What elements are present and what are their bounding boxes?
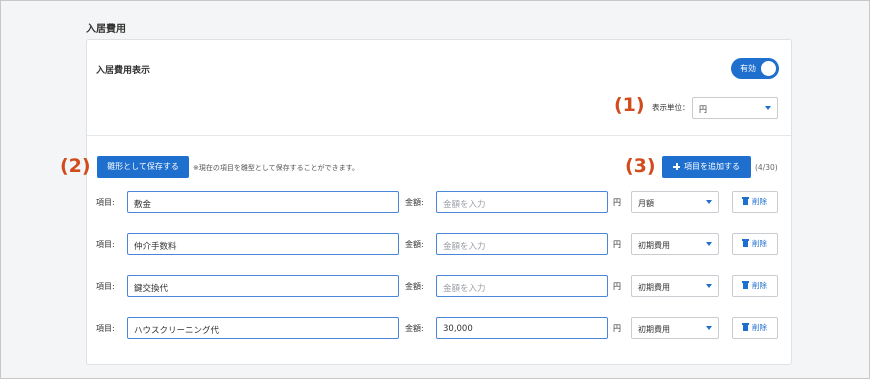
section-title: 入居費用: [86, 24, 126, 35]
item-label: 項目:: [96, 282, 115, 291]
amount-input[interactable]: 金額を入力: [436, 233, 608, 255]
unit-select-value: 円: [699, 105, 707, 114]
yen-label: 円: [613, 324, 621, 333]
cost-type-select[interactable]: 初期費用: [631, 317, 719, 339]
cost-type-select[interactable]: 月額: [631, 191, 719, 213]
item-name-input[interactable]: 敷金: [127, 191, 399, 213]
trash-icon: [742, 281, 749, 289]
cost-type-value: 初期費用: [638, 325, 670, 334]
delete-label: 削除: [752, 323, 767, 332]
plus-icon: [673, 163, 680, 170]
display-toggle[interactable]: 有効: [731, 58, 779, 79]
yen-label: 円: [613, 282, 621, 291]
add-item-button[interactable]: 項目を追加する: [662, 156, 751, 178]
cost-type-value: 月額: [638, 199, 654, 208]
unit-select[interactable]: 円: [692, 97, 778, 119]
amount-input[interactable]: 金額を入力: [436, 275, 608, 297]
save-template-note: ※現在の項目を雛型として保存することができます。: [193, 164, 359, 172]
amount-label: 金額:: [405, 282, 424, 291]
annotation-3: (3): [625, 155, 656, 177]
chevron-down-icon: [706, 326, 712, 330]
amount-label: 金額:: [405, 324, 424, 333]
trash-icon: [742, 239, 749, 247]
annotation-1: (1): [614, 94, 645, 116]
item-label: 項目:: [96, 198, 115, 207]
delete-label: 削除: [752, 281, 767, 290]
delete-button[interactable]: 削除: [732, 317, 778, 339]
add-item-label: 項目を追加する: [684, 162, 740, 171]
unit-label: 表示単位：: [652, 103, 690, 112]
toggle-label: 有効: [740, 64, 756, 73]
item-label: 項目:: [96, 324, 115, 333]
delete-button[interactable]: 削除: [732, 275, 778, 297]
chevron-down-icon: [706, 242, 712, 246]
item-name-input[interactable]: ハウスクリーニング代: [127, 317, 399, 339]
save-template-button[interactable]: 雛形として保存する: [97, 156, 189, 178]
amount-input[interactable]: 金額を入力: [436, 191, 608, 213]
cost-type-value: 初期費用: [638, 241, 670, 250]
chevron-down-icon: [706, 200, 712, 204]
entry-cost-card: 入居費用表示 有効 (1) 表示単位： 円 (2) 雛形として保存する ※現在の…: [60, 39, 792, 365]
yen-label: 円: [613, 198, 621, 207]
cost-type-value: 初期費用: [638, 283, 670, 292]
annotation-2: (2): [60, 155, 91, 177]
trash-icon: [742, 323, 749, 331]
delete-button[interactable]: 削除: [732, 233, 778, 255]
item-name-input[interactable]: 鍵交換代: [127, 275, 399, 297]
delete-label: 削除: [752, 197, 767, 206]
item-count: (4/30): [755, 163, 778, 172]
amount-label: 金額:: [405, 198, 424, 207]
yen-label: 円: [613, 240, 621, 249]
divider: [87, 135, 791, 136]
card-header-label: 入居費用表示: [96, 66, 151, 76]
chevron-down-icon: [765, 106, 771, 110]
item-label: 項目:: [96, 240, 115, 249]
amount-input[interactable]: 30,000: [436, 317, 608, 339]
amount-label: 金額:: [405, 240, 424, 249]
cost-type-select[interactable]: 初期費用: [631, 233, 719, 255]
cost-type-select[interactable]: 初期費用: [631, 275, 719, 297]
trash-icon: [742, 197, 749, 205]
chevron-down-icon: [706, 284, 712, 288]
item-name-input[interactable]: 仲介手数料: [127, 233, 399, 255]
toggle-knob: [761, 61, 776, 76]
delete-label: 削除: [752, 239, 767, 248]
delete-button[interactable]: 削除: [732, 191, 778, 213]
